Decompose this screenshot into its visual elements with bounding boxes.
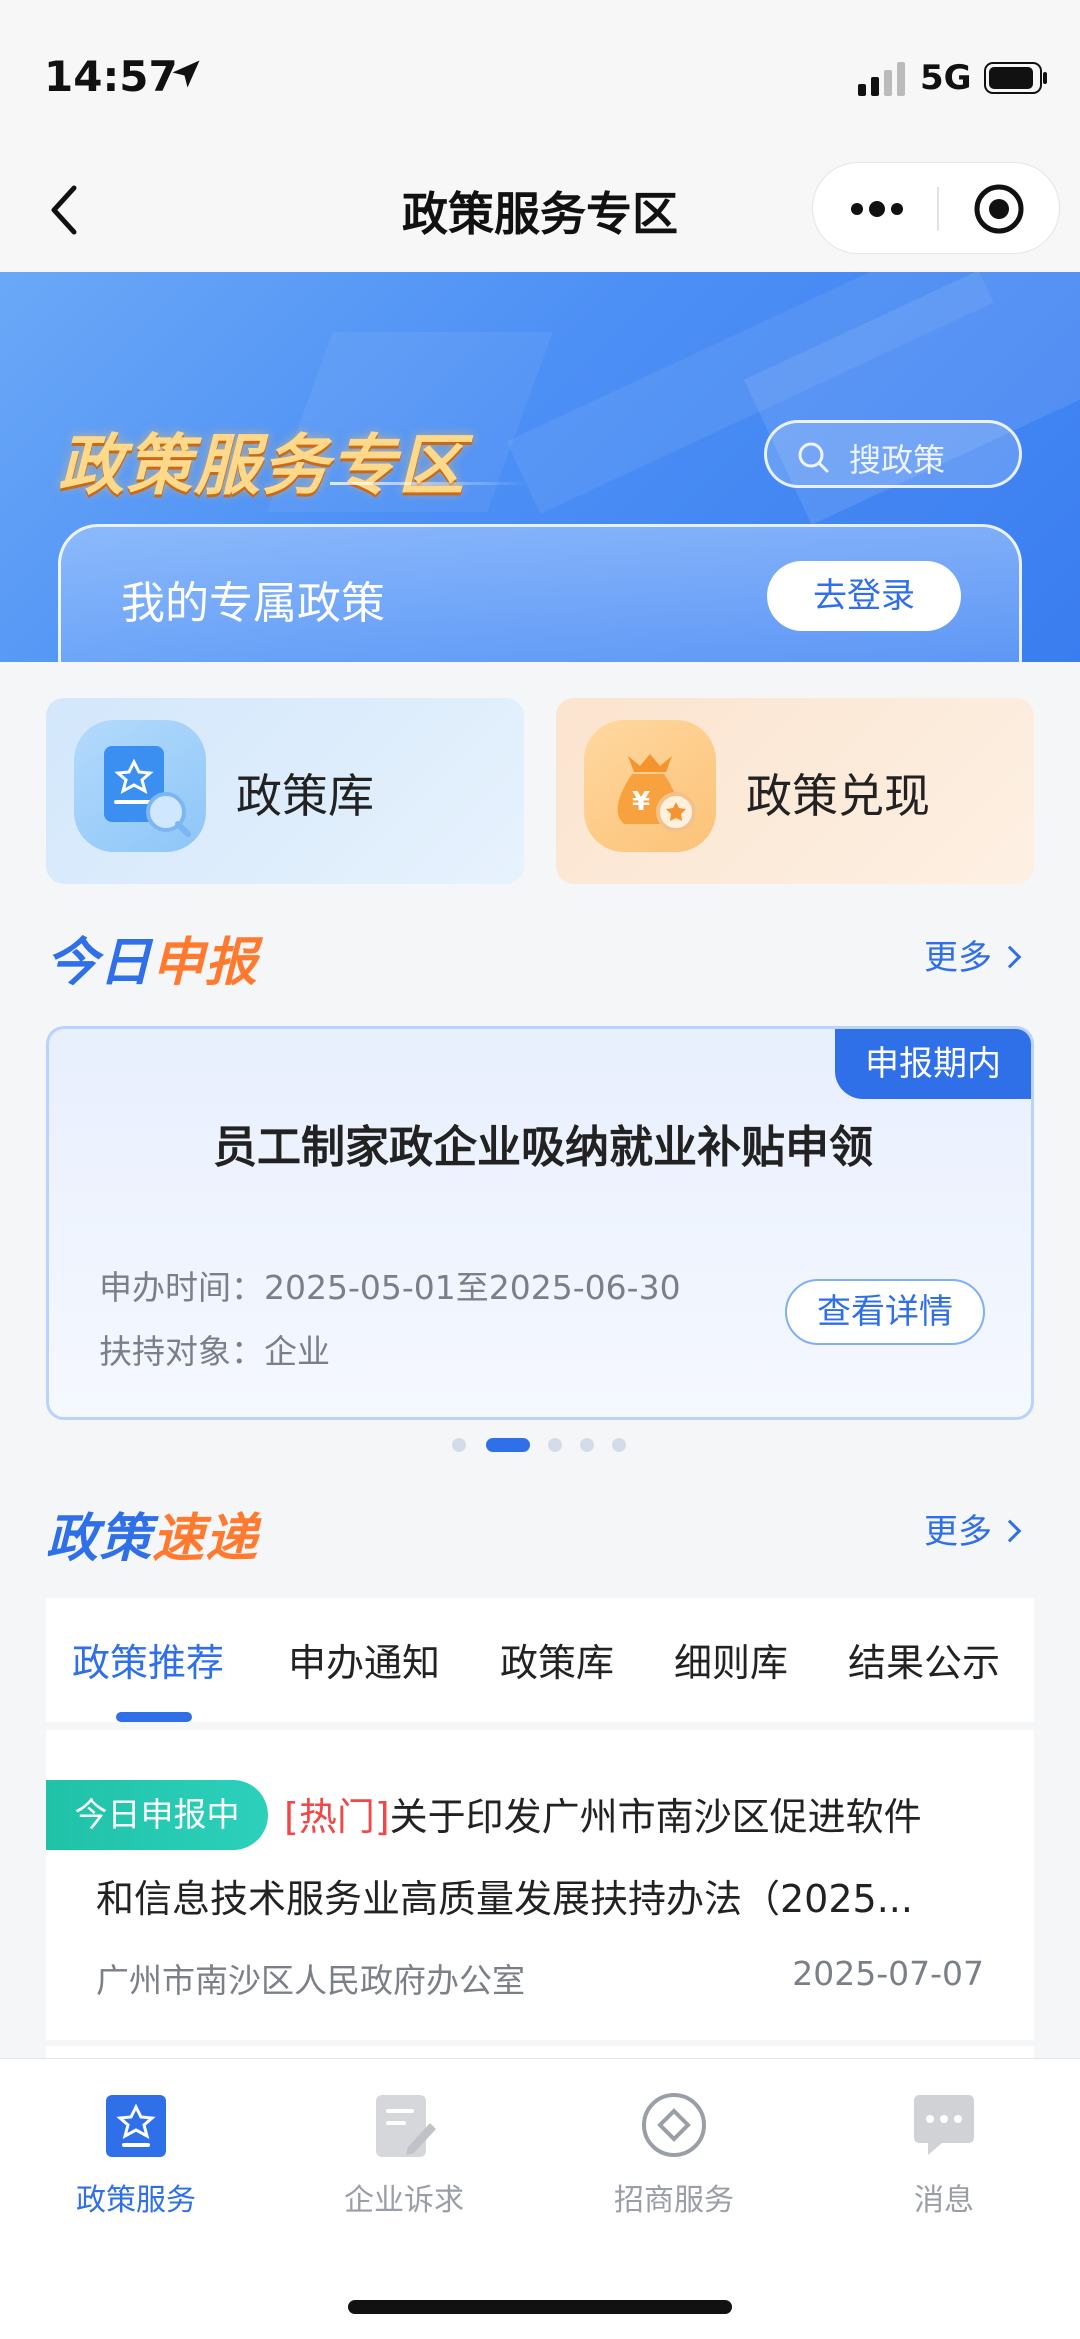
policy-tabs: 政策推荐 申办通知 政策库 细则库 结果公示 <box>46 1598 1034 1722</box>
bottom-tab-bar: 政策服务 企业诉求 招商服务 消息 <box>0 2058 1080 2339</box>
policy-service-icon <box>106 2095 166 2157</box>
express-heading-part1: 政策 <box>46 1509 153 1569</box>
bottom-tab-label: 消息 <box>914 2183 974 2218</box>
home-indicator[interactable] <box>348 2300 732 2314</box>
nav-bar: 政策服务专区 <box>0 150 1080 272</box>
carousel-dot-active[interactable] <box>486 1438 530 1452</box>
policy-express-heading: 政策速递 <box>46 1496 258 1571</box>
policy-source: 广州市南沙区人民政府办公室 <box>96 1961 525 2000</box>
declaration-time-label: 申办时间： <box>99 1268 264 1307</box>
bottom-tab-messages[interactable]: 消息 <box>844 2089 1044 2219</box>
bottom-tab-investment-service[interactable]: 招商服务 <box>574 2089 774 2219</box>
bottom-tab-label: 政策服务 <box>76 2183 196 2218</box>
tab-policy-library[interactable]: 政策库 <box>500 1632 614 1687</box>
bottom-tab-policy-service[interactable]: 政策服务 <box>36 2089 236 2219</box>
policy-title-line2: 和信息技术服务业高质量发展扶持办法（2025... <box>96 1877 913 1921</box>
investment-service-icon <box>642 2093 706 2157</box>
status-badge: 今日申报中 <box>46 1780 268 1850</box>
declaration-title: 员工制家政企业吸纳就业补贴申领 <box>213 1122 873 1173</box>
search-placeholder: 搜政策 <box>849 441 946 479</box>
policy-date: 2025-07-07 <box>792 1954 984 1993</box>
more-dots-icon[interactable] <box>847 191 907 227</box>
mini-program-capsule <box>812 162 1060 254</box>
tab-recommend[interactable]: 政策推荐 <box>72 1632 224 1687</box>
banner: 政策服务专区 搜政策 我的专属政策 去登录 <box>0 272 1080 662</box>
declaration-target-label: 扶持对象： <box>99 1332 264 1371</box>
svg-text:¥: ¥ <box>632 787 650 817</box>
list-item[interactable]: 今日申报中 [热门]关于印发广州市南沙区促进软件 和信息技术服务业高质量发展扶持… <box>46 1730 1034 2040</box>
tab-notices[interactable]: 申办通知 <box>288 1632 440 1687</box>
tab-rules-library[interactable]: 细则库 <box>674 1632 788 1687</box>
policy-title-text1: 关于印发广州市南沙区促进软件 <box>389 1795 922 1839</box>
declaration-target-value: 企业 <box>264 1332 330 1371</box>
view-details-button[interactable]: 查看详情 <box>785 1279 985 1345</box>
policy-library-card[interactable]: 政策库 <box>46 698 524 884</box>
carousel-dot[interactable] <box>580 1438 594 1452</box>
battery-icon <box>984 62 1047 94</box>
carousel-dot[interactable] <box>612 1438 626 1452</box>
express-more-label: 更多 <box>924 1512 992 1552</box>
message-icon <box>914 2095 974 2155</box>
hot-tag: [热门] <box>284 1795 390 1839</box>
money-bag-icon: ¥ <box>584 720 716 852</box>
declaration-time: 申办时间：2025-05-01至2025-06-30 <box>99 1261 681 1309</box>
tab-results[interactable]: 结果公示 <box>848 1632 1000 1687</box>
today-more-label: 更多 <box>924 938 992 978</box>
capsule-divider <box>937 187 939 231</box>
chevron-right-icon <box>998 1519 1022 1542</box>
status-time: 14:57 <box>44 52 178 101</box>
policy-library-icon <box>74 720 206 852</box>
policy-library-label: 政策库 <box>236 769 374 823</box>
signal-icon <box>858 62 905 96</box>
active-tab-indicator <box>116 1712 192 1722</box>
policy-title-line1: [热门]关于印发广州市南沙区促进软件 <box>284 1786 922 1841</box>
status-bar: 14:57 5G <box>0 0 1080 150</box>
close-target-icon[interactable] <box>971 181 1027 237</box>
bottom-tab-enterprise-request[interactable]: 企业诉求 <box>304 2089 504 2219</box>
login-button[interactable]: 去登录 <box>767 561 961 631</box>
today-heading-part2: 申报 <box>152 933 259 993</box>
today-heading-part1: 今日 <box>46 933 153 993</box>
enterprise-request-icon <box>376 2095 436 2157</box>
bottom-tab-label: 企业诉求 <box>344 2183 464 2218</box>
declaration-card[interactable]: 申报期内 员工制家政企业吸纳就业补贴申领 申办时间：2025-05-01至202… <box>46 1026 1034 1420</box>
my-policy-label: 我的专属政策 <box>121 578 385 629</box>
location-arrow-icon <box>172 60 200 88</box>
today-more-link[interactable]: 更多 <box>924 930 1022 979</box>
today-declare-heading: 今日申报 <box>46 920 258 995</box>
chevron-right-icon <box>998 945 1022 968</box>
carousel-dot[interactable] <box>452 1438 466 1452</box>
banner-title: 政策服务专区 <box>58 427 466 504</box>
search-input[interactable]: 搜政策 <box>764 420 1022 488</box>
declaration-time-value: 2025-05-01至2025-06-30 <box>264 1268 681 1307</box>
carousel-dot[interactable] <box>548 1438 562 1452</box>
banner-title-underline <box>330 482 530 485</box>
declaration-target: 扶持对象：企业 <box>99 1325 330 1373</box>
search-icon <box>798 442 829 473</box>
express-more-link[interactable]: 更多 <box>924 1504 1022 1553</box>
network-type: 5G <box>920 58 972 98</box>
policy-redeem-card[interactable]: ¥ 政策兑现 <box>556 698 1034 884</box>
express-heading-part2: 速递 <box>152 1509 259 1569</box>
policy-redeem-label: 政策兑现 <box>746 769 930 823</box>
my-policy-panel: 我的专属政策 去登录 <box>58 524 1022 662</box>
declaration-status-badge: 申报期内 <box>835 1029 1031 1099</box>
bottom-tab-label: 招商服务 <box>614 2183 734 2218</box>
